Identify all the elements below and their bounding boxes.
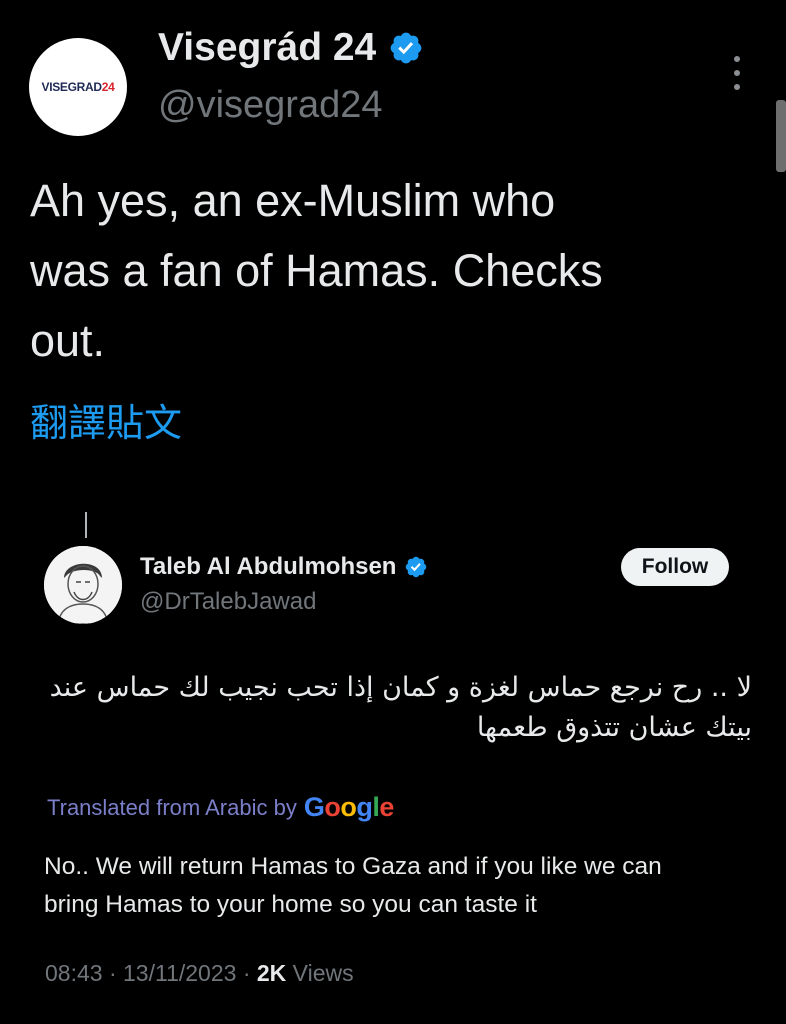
author-display-name-row[interactable]: Visegrád 24 [158,26,424,70]
author-display-name[interactable]: Visegrád 24 [158,26,376,70]
views-label: Views [292,960,354,986]
verified-badge-icon [406,556,427,578]
avatar-portrait-icon [44,546,122,624]
verified-badge-icon [390,32,422,64]
scrollbar-thumb[interactable] [776,100,786,172]
avatar-logo: VISEGRAD24 [41,80,115,94]
translate-post-link[interactable]: 翻譯貼文 [30,392,182,447]
tweet-date[interactable]: 13/11/2023 [123,960,236,986]
translated-from-label: Translated from Arabic by [47,794,297,820]
author-avatar[interactable]: VISEGRAD24 [29,38,127,136]
tweet-time[interactable]: 08:43 [45,960,103,986]
quoted-author-avatar[interactable] [44,546,122,624]
thread-connector [85,512,87,538]
tweet-text: Ah yes, an ex-Muslim who was a fan of Ha… [30,175,603,366]
quoted-author-name-row[interactable]: Taleb Al Abdulmohsen [140,553,428,581]
more-options-icon[interactable] [727,56,747,90]
tweet-meta: 08:43 · 13/11/2023 · 2K Views [45,960,354,986]
translated-text: No.. We will return Hamas to Gaza and if… [44,853,662,918]
quoted-author-display-name[interactable]: Taleb Al Abdulmohsen [140,553,396,581]
views-count: 2K [256,960,287,986]
translated-by-google: Translated from Arabic by Google [47,792,394,823]
author-handle[interactable]: @visegrad24 [158,84,382,127]
google-logo: Google [303,792,395,822]
quoted-tweet-arabic-text: لا .. رح نرجع حماس لغزة و كمان إذا تحب ن… [49,672,752,743]
quoted-author-handle[interactable]: @DrTalebJawad [140,588,316,616]
follow-button[interactable]: Follow [621,548,729,586]
